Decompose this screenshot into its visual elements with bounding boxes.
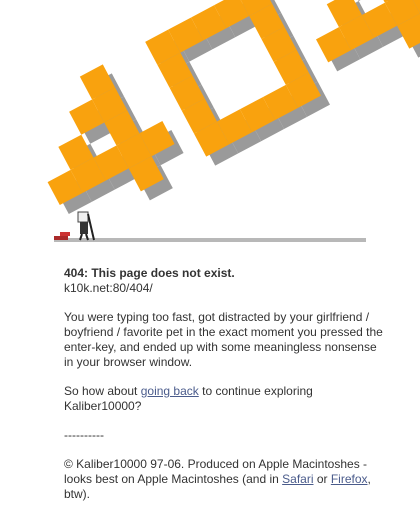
error-message: You were typing too fast, got distracted… (64, 310, 383, 369)
safari-link[interactable]: Safari (282, 472, 313, 486)
firefox-link[interactable]: Firefox (331, 472, 368, 486)
ground-line (54, 238, 366, 242)
footer-text: © Kaliber10000 97-06. Produced on Apple … (64, 457, 384, 502)
pixel-404-graphic (47, 0, 420, 242)
error-url: k10k.net:80/404/ (64, 281, 153, 295)
footer-between: or (313, 472, 331, 486)
main-content: 404: This page does not exist. k10k.net:… (64, 266, 384, 502)
suggestion-prefix: So how about (64, 384, 141, 398)
suggestion-text: So how about going back to continue expl… (64, 384, 384, 414)
error-title: 404: This page does not exist. (64, 266, 235, 280)
pixel-figure-icon (54, 211, 95, 241)
divider: ---------- (64, 428, 104, 442)
going-back-link[interactable]: going back (141, 384, 199, 398)
